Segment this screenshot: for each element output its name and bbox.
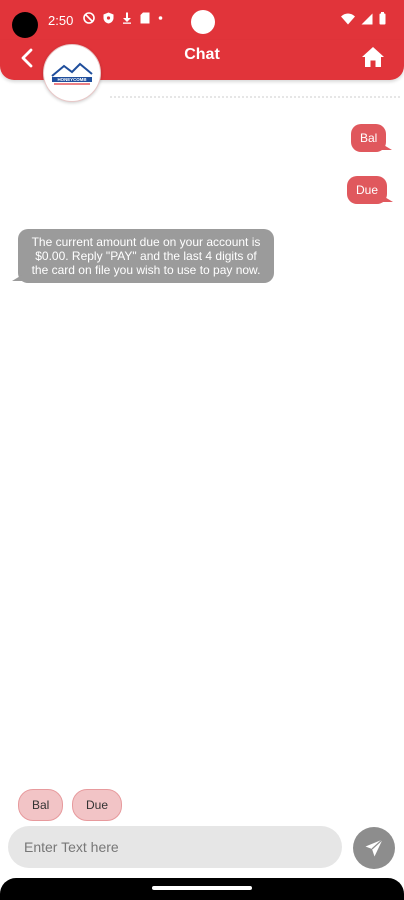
signal-icon	[361, 13, 373, 24]
message-text: Due	[356, 183, 379, 197]
sim-card-icon	[140, 12, 150, 24]
download-icon	[123, 12, 131, 24]
wifi-icon	[341, 13, 355, 24]
message-incoming: The current amount due on your account i…	[12, 229, 274, 283]
camera-cutout	[12, 12, 38, 38]
header-divider	[110, 96, 400, 98]
dot-icon	[158, 16, 163, 20]
message-text-line: The current amount due on your account i…	[31, 235, 261, 249]
message-text-line: the card on file you wish to use to pay …	[31, 263, 261, 277]
status-icons-right	[341, 12, 386, 25]
message-outgoing: Due	[347, 176, 394, 204]
quick-reply-bal[interactable]: Bal	[18, 789, 64, 821]
home-gesture-handle[interactable]	[152, 886, 252, 890]
company-logo: HONEYCOMB	[43, 44, 101, 102]
front-camera-icon	[191, 10, 215, 34]
send-button[interactable]	[353, 827, 395, 869]
status-bar: 2:50	[0, 0, 404, 40]
status-time: 2:50	[48, 13, 74, 28]
do-not-disturb-icon	[83, 12, 95, 24]
message-text: Bal	[360, 131, 378, 145]
message-outgoing: Bal	[351, 124, 393, 152]
quick-reply-due[interactable]: Due	[72, 789, 123, 821]
message-input[interactable]	[8, 826, 342, 868]
status-icons-left	[83, 12, 163, 24]
message-text-line: $0.00. Reply "PAY" and the last 4 digits…	[35, 249, 257, 263]
battery-icon	[379, 12, 386, 25]
system-nav-bar	[0, 878, 404, 900]
svg-text:HONEYCOMB: HONEYCOMB	[57, 77, 86, 82]
home-icon	[362, 47, 384, 67]
shield-icon	[103, 12, 114, 24]
send-icon	[365, 839, 383, 857]
chat-screen: 2:50 Chat HONEYCOMB Bal Due The current …	[0, 0, 404, 900]
logo-mark-icon: HONEYCOMB	[51, 62, 93, 85]
home-button[interactable]	[358, 42, 388, 72]
